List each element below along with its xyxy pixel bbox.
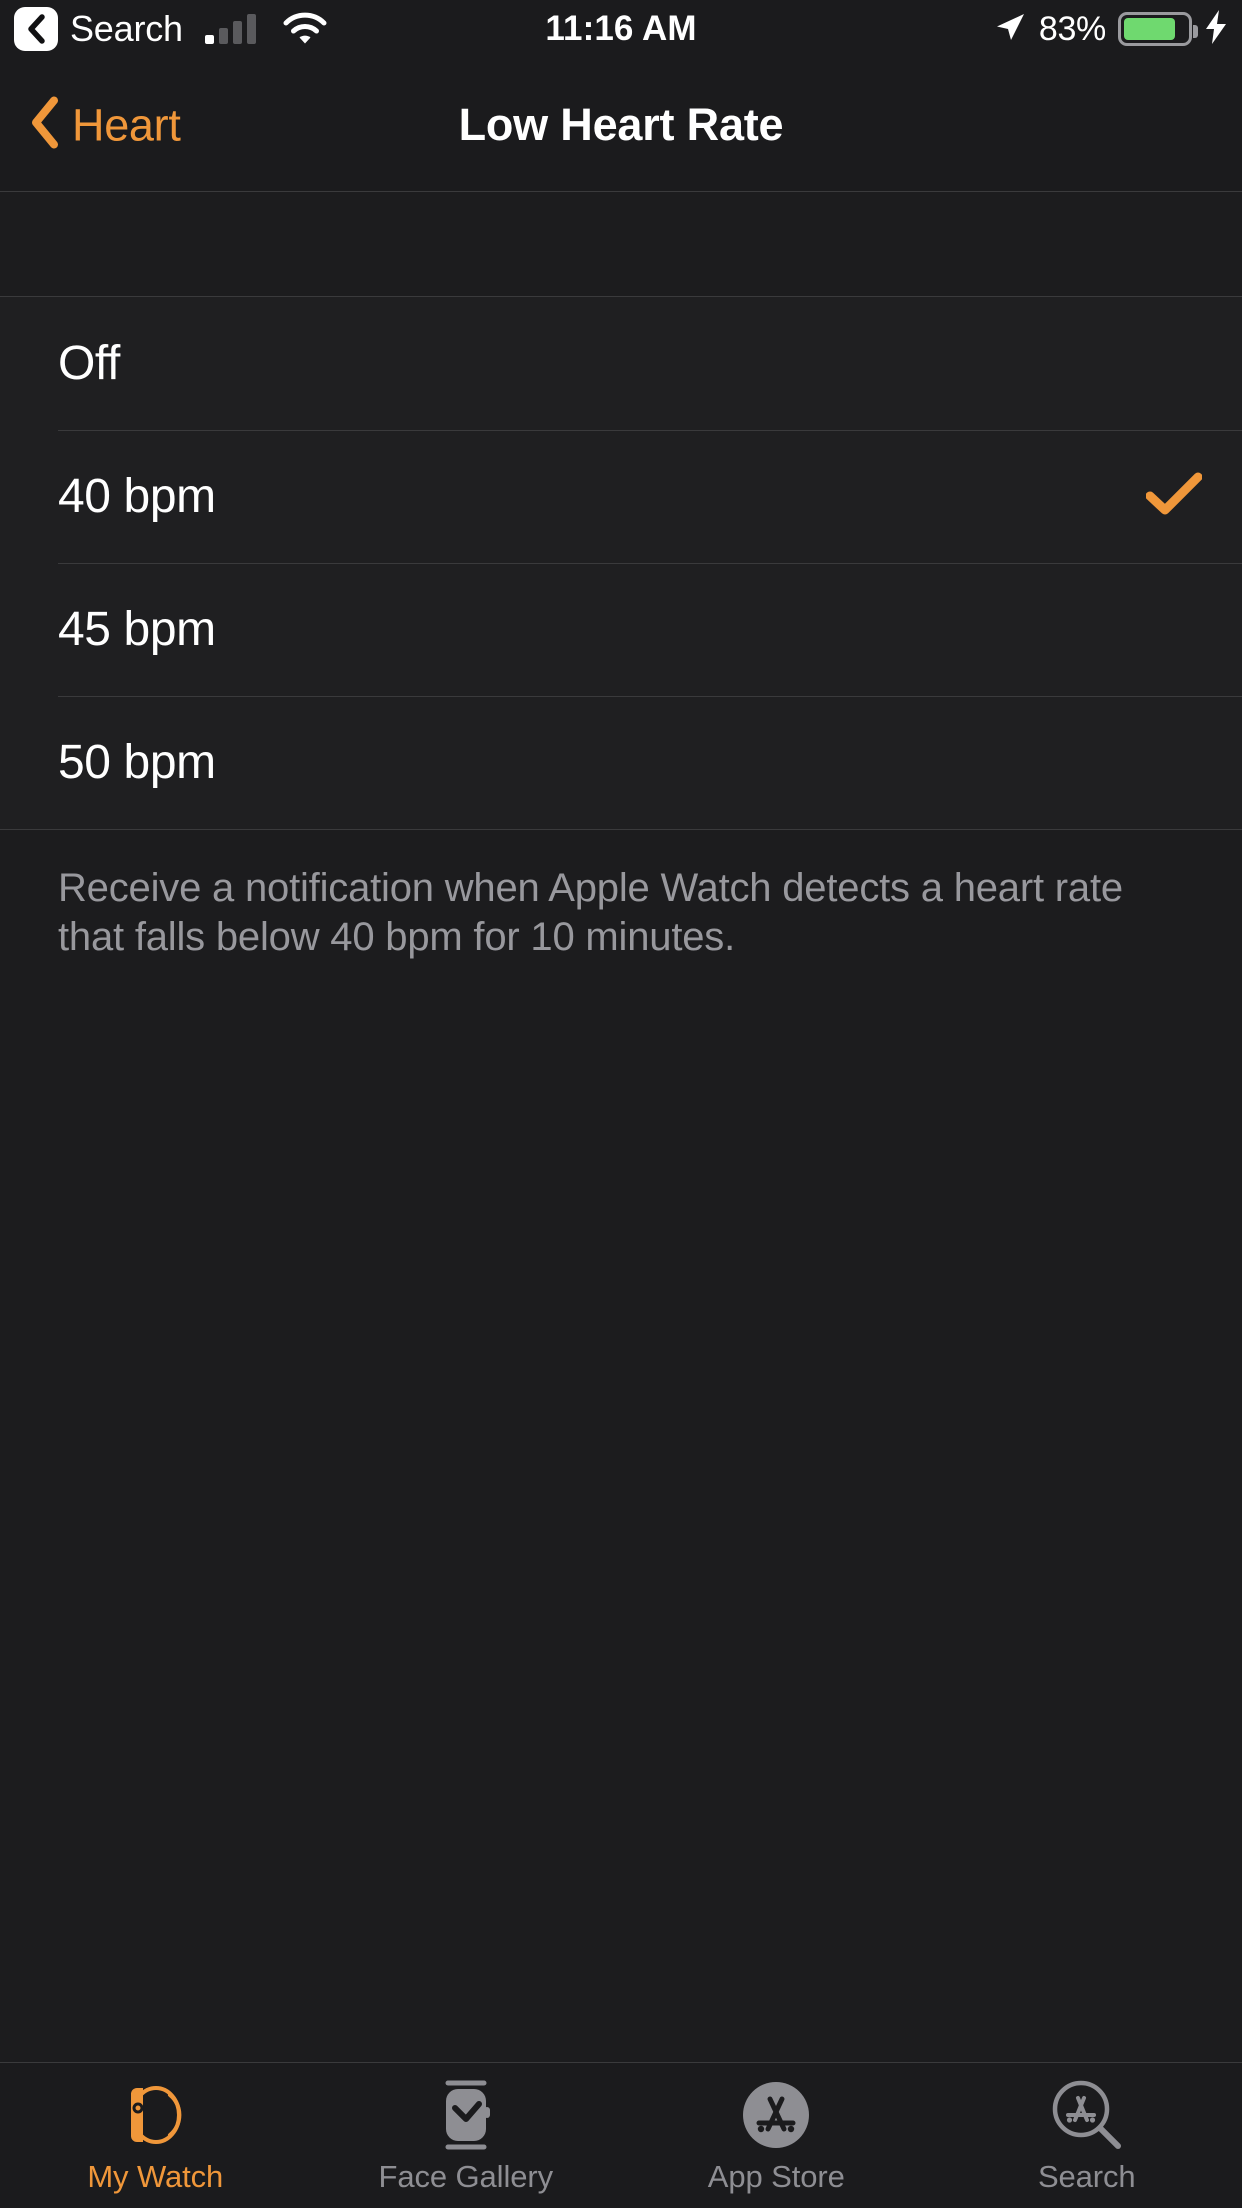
option-row-45-bpm[interactable]: 45 bpm: [0, 563, 1242, 696]
status-bar: Search 11:16 AM 83%: [0, 0, 1242, 58]
status-bar-app-label[interactable]: Search: [70, 11, 183, 47]
page-title: Low Heart Rate: [458, 98, 784, 150]
section-footer-note: Receive a notification when Apple Watch …: [58, 866, 1123, 959]
option-row-off[interactable]: Off: [0, 297, 1242, 430]
tab-label: App Store: [707, 2158, 845, 2194]
tab-label: Search: [1037, 2158, 1136, 2194]
tab-my-watch[interactable]: My Watch: [0, 2063, 311, 2208]
status-bar-left: Search: [14, 0, 328, 58]
section-top-spacer: [0, 193, 1242, 296]
option-row-40-bpm[interactable]: 40 bpm: [0, 430, 1242, 563]
location-arrow-icon: [993, 10, 1027, 49]
back-to-app-button[interactable]: [14, 7, 58, 51]
option-label: 40 bpm: [58, 470, 216, 523]
tab-bar: My Watch Face Gallery App Store Search: [0, 2062, 1242, 2208]
tab-label: Face Gallery: [378, 2158, 554, 2194]
status-bar-right: 83%: [993, 0, 1228, 58]
checkmark-icon: [1145, 472, 1203, 521]
wifi-icon: [282, 12, 328, 46]
battery-icon: [1118, 12, 1198, 46]
status-bar-clock: 11:16 AM: [545, 9, 697, 48]
tab-app-store[interactable]: App Store: [621, 2063, 932, 2208]
option-check-slot: [1142, 472, 1203, 521]
app-screen: Search 11:16 AM 83% Heart Low Heart Rate…: [0, 0, 1242, 2208]
battery-percent-label: 83%: [1038, 9, 1106, 48]
app-store-search-icon: [1050, 2077, 1124, 2153]
battery-fill: [1124, 18, 1176, 40]
settings-content: Off 40 bpm 45 bpm 50 bpm Receive a notif…: [0, 193, 1242, 2062]
chevron-left-icon: [25, 14, 47, 44]
lightning-bolt-icon: [1204, 9, 1228, 50]
tab-search[interactable]: Search: [932, 2063, 1242, 2208]
tab-label: My Watch: [87, 2158, 224, 2194]
option-row-50-bpm[interactable]: 50 bpm: [0, 696, 1242, 829]
option-label: 50 bpm: [58, 736, 216, 789]
tab-face-gallery[interactable]: Face Gallery: [311, 2063, 622, 2208]
option-label: Off: [58, 337, 120, 390]
low-heart-rate-options-group: Off 40 bpm 45 bpm 50 bpm: [0, 296, 1242, 830]
apple-watch-outline-icon: [119, 2077, 191, 2153]
watch-face-icon: [434, 2077, 498, 2153]
cellular-signal-icon: [204, 14, 256, 44]
app-store-icon: [741, 2077, 811, 2153]
option-label: 45 bpm: [58, 603, 216, 656]
navigation-bar: Heart Low Heart Rate: [0, 58, 1242, 192]
